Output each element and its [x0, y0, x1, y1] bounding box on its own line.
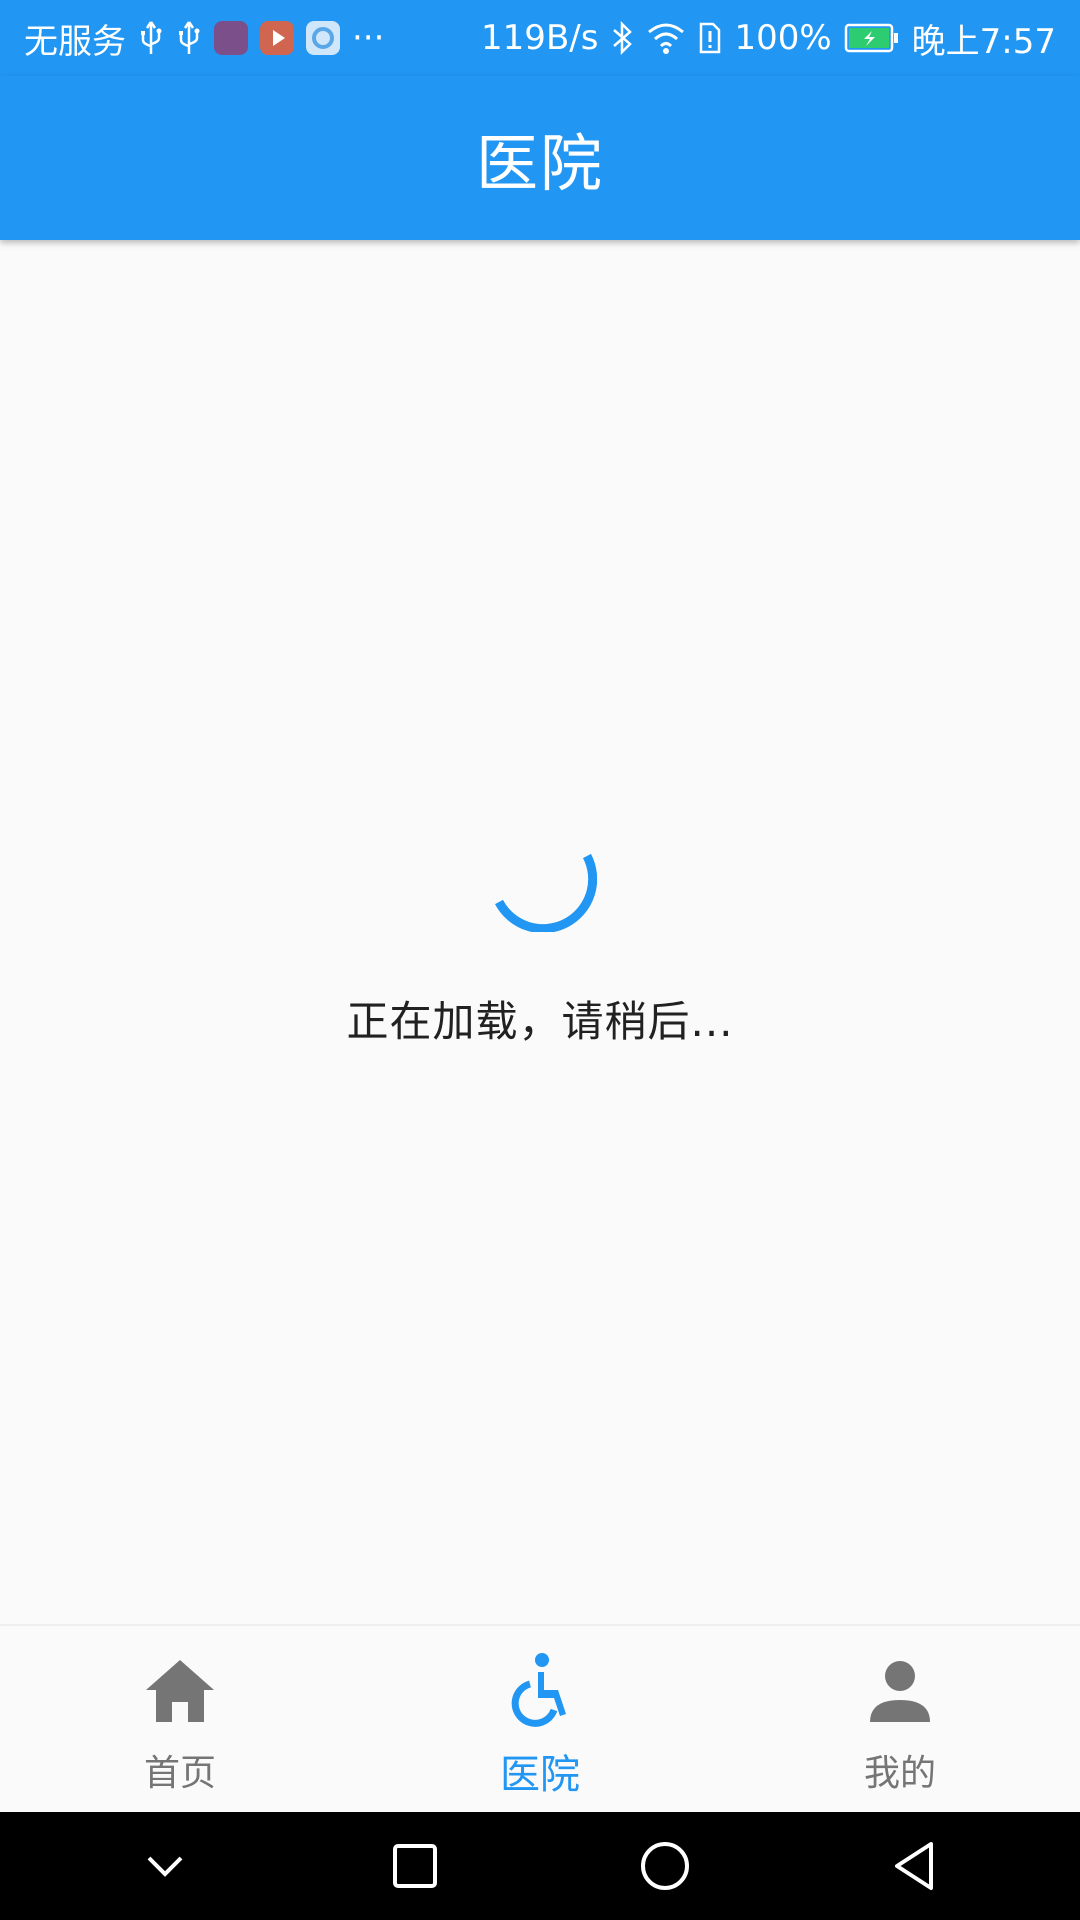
nav-item-mine[interactable]: 我的 — [720, 1626, 1080, 1812]
recents-icon — [393, 1844, 437, 1888]
loading-message: 正在加载，请稍后... — [346, 997, 734, 1046]
nav-item-home[interactable]: 首页 — [0, 1626, 360, 1812]
net-speed: 119B/s — [481, 18, 599, 58]
more-notifications-icon: ··· — [352, 18, 385, 58]
status-right: 119B/s 100% 晚上7:57 — [481, 14, 1056, 63]
nav-item-hospital[interactable]: 医院 — [360, 1626, 720, 1812]
back-icon — [895, 1842, 933, 1890]
sim-alert-icon — [698, 18, 722, 58]
page-title: 医院 — [475, 127, 604, 200]
nav-label-hospital: 医院 — [500, 1752, 580, 1798]
home-icon — [146, 1660, 214, 1722]
app-bar: 医院 — [0, 76, 1080, 240]
carrier-text: 无服务 — [24, 21, 126, 62]
status-left: 无服务 ··· — [24, 14, 384, 63]
accessible-icon — [511, 1653, 566, 1727]
recents-button[interactable] — [383, 1834, 447, 1898]
screen: 无服务 ··· 119B/s 100% 晚上7:57 医院 正在加载，请稍后..… — [0, 0, 1080, 1920]
main-content: 正在加载，请稍后... — [0, 240, 1080, 1624]
system-navigation-bar — [0, 1812, 1080, 1920]
nav-label-home: 首页 — [143, 1753, 216, 1794]
back-button[interactable] — [883, 1834, 947, 1898]
loading-spinner — [495, 853, 597, 932]
battery-percent: 100% — [734, 18, 832, 58]
collapse-button[interactable] — [133, 1834, 197, 1898]
bottom-navigation: 首页 医院 我的 — [0, 1624, 1080, 1812]
clock: 晚上7:57 — [911, 21, 1056, 62]
home-button[interactable] — [633, 1834, 697, 1898]
usb-icon — [176, 18, 202, 58]
app-icon — [214, 21, 248, 55]
wifi-icon — [646, 18, 686, 58]
status-bar: 无服务 ··· 119B/s 100% 晚上7:57 — [0, 0, 1080, 76]
video-app-icon — [260, 21, 294, 55]
usb-icon — [138, 18, 164, 58]
collapse-icon — [147, 1856, 183, 1877]
home-circle-icon — [641, 1842, 689, 1890]
battery-charging-icon — [844, 18, 900, 58]
cloud-app-icon — [306, 21, 340, 55]
bluetooth-icon — [610, 18, 634, 58]
nav-label-mine: 我的 — [863, 1753, 936, 1794]
person-icon — [870, 1661, 930, 1722]
